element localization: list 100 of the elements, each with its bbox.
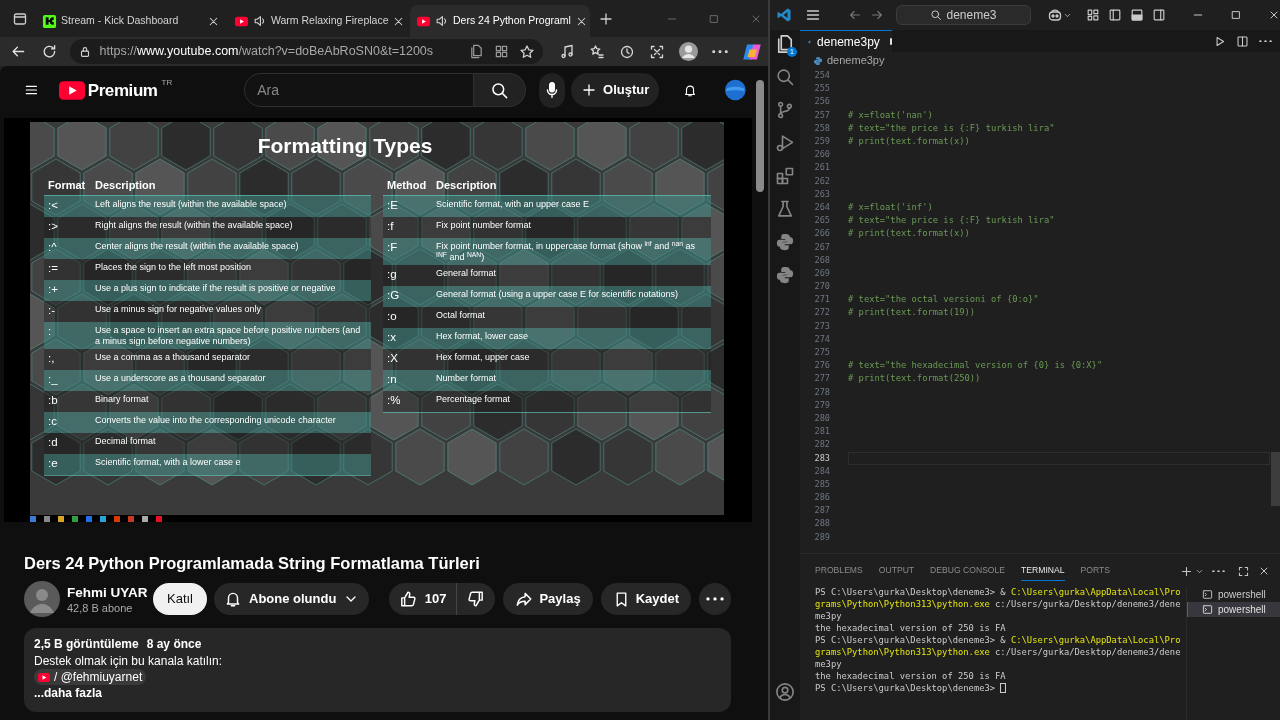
youtube-premium-logo[interactable]: Premium TR (58, 79, 173, 101)
line-number: 282 (813, 438, 830, 452)
close-icon[interactable] (1268, 9, 1280, 21)
browser-tab[interactable]: Ders 24 Python Programl (410, 5, 590, 37)
format-description: Use a plus sign to indicate if the result is positive or negative (95, 282, 337, 294)
format-code: :g (386, 267, 398, 281)
code-line: # x=float('inf') (848, 200, 934, 214)
format-description: Hex format, upper case (436, 351, 531, 363)
subscribed-button[interactable]: Abone olundu (214, 583, 370, 615)
terminal-list-item[interactable]: powershell (1187, 587, 1280, 602)
files-icon[interactable] (775, 34, 795, 54)
copy-icon[interactable] (469, 44, 484, 59)
code-line: # text="the price is {:F} turkish lira" (848, 214, 1056, 228)
source-control-icon[interactable] (775, 100, 795, 120)
line-number: 280 (813, 411, 830, 425)
panel-tab[interactable]: TERMINAL (1021, 561, 1065, 581)
python-file-icon (813, 55, 823, 66)
panel-icon[interactable] (1130, 8, 1144, 22)
speaker-icon[interactable] (435, 14, 449, 28)
join-button[interactable]: Katıl (153, 583, 207, 615)
scrollbar-thumb[interactable] (756, 80, 764, 192)
scrollbar-thumb[interactable] (1271, 452, 1280, 506)
grid-icon[interactable] (494, 44, 509, 59)
python-icon[interactable] (775, 265, 795, 285)
search-field[interactable]: Ara (244, 73, 475, 107)
browser-tab[interactable]: Warm Relaxing Fireplace (228, 5, 408, 37)
address-bar[interactable]: https://www.youtube.com/watch?v=doBeAbRoSN0&t=1200s (69, 39, 543, 64)
layout-icon[interactable] (1086, 8, 1100, 22)
save-button[interactable]: Kaydet (600, 583, 691, 615)
terminal-icon (1202, 589, 1213, 600)
more-icon[interactable] (1259, 39, 1272, 43)
screenshot-icon[interactable] (649, 43, 665, 60)
music-note-icon[interactable] (559, 43, 575, 60)
description-text: Destek olmak için bu kanala katılın: (34, 652, 224, 669)
line-number: 259 (813, 135, 830, 149)
search-icon[interactable] (775, 67, 795, 87)
run-icon[interactable] (1213, 34, 1226, 48)
line-number: 289 (813, 530, 830, 544)
description-panel[interactable]: 2,5 B görüntüleme 8 ay önce Destek olmak için bu kanala katılın: / @fehmiuyarnet ...daha fazla (24, 628, 731, 712)
line-number: 288 (813, 517, 830, 531)
terminal-line: grams\Python\Python313\python.exe c:/Users/gurka/Desktop/deneme3/dene (815, 598, 1182, 610)
format-description: Hex format, lower case (436, 330, 530, 342)
more-icon[interactable] (712, 49, 728, 54)
format-code: :, (47, 351, 56, 365)
flask-icon[interactable] (775, 199, 795, 219)
voice-search-button[interactable] (539, 72, 566, 108)
more-actions-button[interactable] (699, 583, 731, 615)
column-header: Method (386, 177, 428, 193)
maximize-panel-icon[interactable] (1237, 564, 1250, 578)
terminal-line: the hexadecimal version of 250 is FA (815, 622, 1007, 634)
tab-actions-icon[interactable] (12, 10, 28, 27)
favorites-icon[interactable] (589, 43, 605, 60)
speaker-icon[interactable] (253, 14, 267, 28)
forward-icon[interactable] (870, 8, 884, 22)
logo-icon (42, 13, 57, 29)
sidebar-icon[interactable] (1152, 8, 1166, 22)
format-description: General format (436, 267, 498, 279)
channel-link[interactable]: / @fehmiuyarnet (34, 669, 147, 685)
maximize-icon[interactable] (1230, 9, 1242, 21)
reload-icon[interactable] (40, 43, 58, 60)
account-icon[interactable] (775, 682, 795, 702)
format-code: :G (386, 288, 401, 302)
format-description: Decimal format (95, 435, 157, 447)
create-button[interactable]: Oluştur (571, 73, 660, 107)
share-button[interactable]: Paylaş (503, 583, 593, 615)
run-debug-icon[interactable] (775, 133, 795, 153)
format-code: : (47, 324, 53, 338)
panel-tab[interactable]: PROBLEMS (815, 561, 863, 581)
copilot-icon[interactable] (1047, 7, 1063, 23)
play-logo-icon (38, 672, 50, 682)
more-icon[interactable] (1212, 569, 1225, 573)
editor-tab[interactable]: deneme3py (800, 30, 892, 52)
breadcrumb-item[interactable]: deneme3py (827, 52, 885, 69)
command-search-field[interactable]: deneme3 (896, 5, 1031, 25)
profile-icon[interactable] (679, 42, 698, 61)
line-number: 285 (813, 477, 830, 491)
panel-tab[interactable]: OUTPUT (878, 561, 915, 581)
terminal-list-item[interactable]: powershell (1187, 602, 1280, 617)
channel-name[interactable]: Fehmi UYAR (67, 583, 153, 601)
panel-tab[interactable]: PORTS (1080, 561, 1110, 581)
split-editor-icon[interactable] (1236, 34, 1249, 48)
show-more-link[interactable]: ...daha fazla (34, 685, 103, 702)
star-icon[interactable] (519, 43, 535, 60)
panel-tab[interactable]: DEBUG CONSOLE (930, 561, 1006, 581)
terminal-line: the hexadecimal version of 250 is FA (815, 670, 1007, 682)
format-description: Center aligns the result (within the available space) (95, 240, 300, 252)
sidebar-icon[interactable] (1108, 8, 1122, 22)
format-description: General format (using a upper case E for scientific notations) (436, 288, 680, 300)
history-icon[interactable] (619, 43, 635, 60)
menu-icon[interactable] (805, 7, 821, 23)
close-icon[interactable] (1258, 565, 1270, 577)
line-number: 276 (813, 359, 830, 373)
channel-avatar[interactable] (24, 581, 60, 617)
browser-tab[interactable]: Stream - Kick Dashboard (36, 5, 226, 37)
search-button[interactable] (474, 73, 527, 107)
format-code: :X (386, 351, 399, 365)
python-icon[interactable] (775, 232, 795, 252)
format-code: :^ (47, 240, 58, 254)
new-terminal-icon[interactable] (1180, 564, 1193, 578)
extensions-icon[interactable] (775, 166, 795, 186)
